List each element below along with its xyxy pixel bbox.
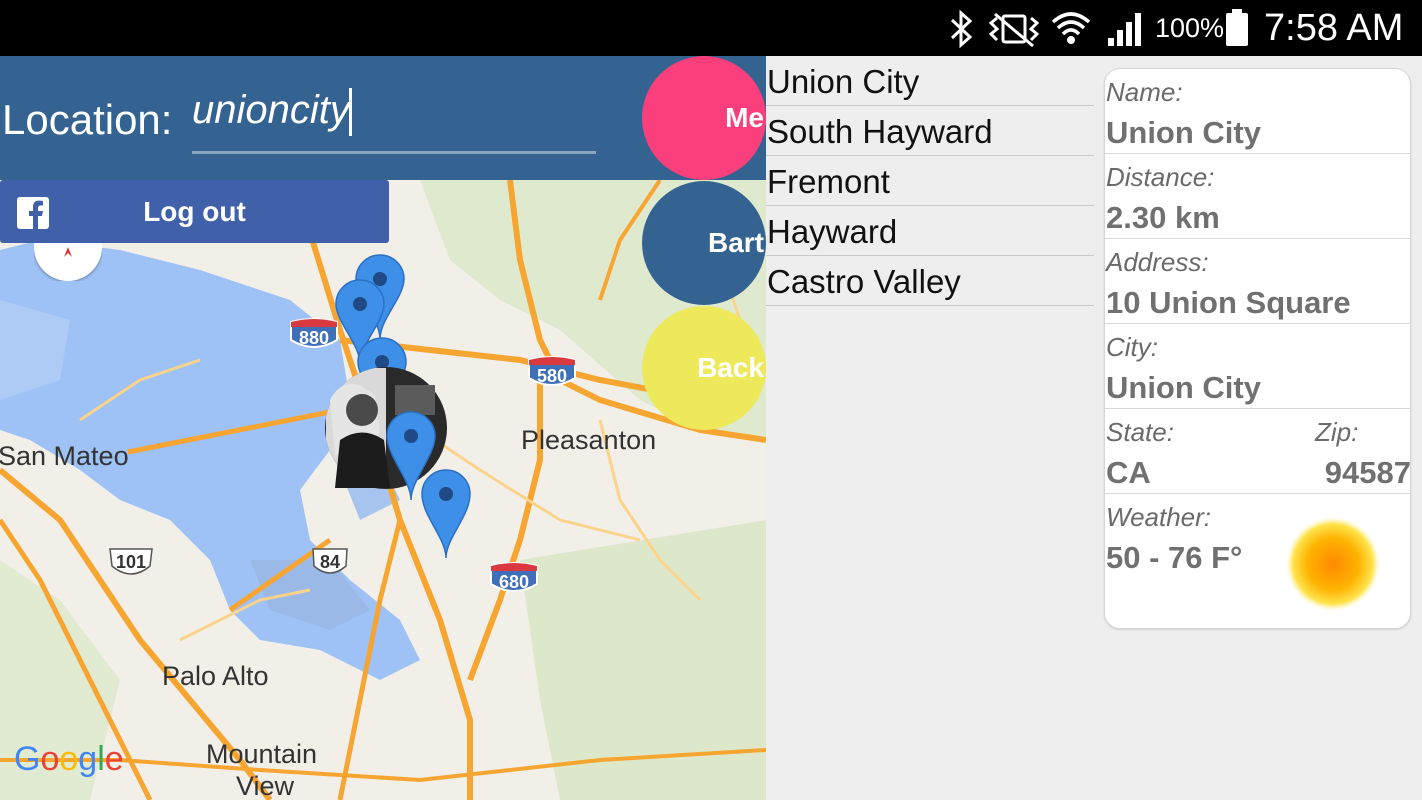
- highway-580-shield: 580: [527, 356, 577, 390]
- city-label: City:: [1106, 332, 1158, 362]
- app-screen: 100% 7:58 AM 880 580 680 101 84 San Mate…: [0, 0, 1422, 800]
- city-name: Fremont: [767, 163, 890, 200]
- sun-icon: [1286, 517, 1380, 611]
- highway-84-shield: 84: [305, 546, 355, 580]
- wifi-icon: [1051, 12, 1091, 44]
- name-field: Name: Union City: [1105, 69, 1410, 154]
- clock: 7:58 AM: [1264, 6, 1404, 49]
- city-list-item[interactable]: South Hayward: [766, 106, 1094, 156]
- place-label-pleasanton: Pleasanton: [521, 425, 657, 455]
- back-button[interactable]: Back: [642, 306, 766, 430]
- state-zip-field: State: CA Zip: 94587: [1105, 409, 1411, 494]
- text-cursor: [349, 88, 352, 136]
- station-detail-card: Name: Union City Distance: 2.30 km Addre…: [1104, 68, 1411, 629]
- city-value: Union City: [1106, 370, 1261, 405]
- name-label: Name:: [1106, 77, 1183, 107]
- me-button-label: Me: [725, 102, 764, 133]
- bart-button-label: Bart: [707, 227, 764, 258]
- battery-icon: [1226, 9, 1248, 46]
- highway-680-shield: 680: [489, 562, 539, 596]
- status-bar: 100% 7:58 AM: [0, 0, 1422, 56]
- place-label-palo-alto: Palo Alto: [162, 661, 269, 691]
- vibrate-icon: [988, 12, 1040, 48]
- google-logo: Google: [14, 740, 124, 779]
- logout-label: Log out: [143, 196, 246, 227]
- city-name: Castro Valley: [767, 263, 961, 300]
- highway-101-shield: 101: [106, 546, 156, 580]
- name-value: Union City: [1106, 115, 1261, 150]
- battery-percent: 100%: [1155, 12, 1225, 43]
- compass-button[interactable]: [34, 243, 102, 281]
- city-list-item[interactable]: Castro Valley: [766, 256, 1094, 306]
- weather-value: 50 - 76 F°: [1106, 540, 1243, 575]
- google-logo-text: Google: [14, 740, 124, 778]
- distance-label: Distance:: [1106, 162, 1215, 192]
- zip-value: 94587: [1324, 455, 1411, 490]
- bart-button[interactable]: Bart: [642, 181, 766, 305]
- distance-value: 2.30 km: [1106, 200, 1220, 235]
- city-name: South Hayward: [767, 113, 993, 150]
- highway-880-shield: 880: [289, 318, 339, 352]
- weather-label: Weather:: [1106, 502, 1212, 532]
- place-label-mountain-view: Mountain: [206, 739, 318, 769]
- distance-field: Distance: 2.30 km: [1105, 154, 1410, 239]
- back-button-label: Back: [697, 352, 764, 383]
- city-list: Union City South Hayward Fremont Hayward…: [766, 56, 1094, 306]
- address-field: Address: 10 Union Square: [1105, 239, 1410, 324]
- city-field: City: Union City: [1105, 324, 1410, 409]
- address-label: Address:: [1106, 247, 1209, 277]
- city-name: Hayward: [767, 213, 898, 250]
- facebook-logout-button[interactable]: Log out: [0, 180, 389, 243]
- city-name: Union City: [767, 63, 920, 100]
- zip-label: Zip:: [1315, 417, 1359, 447]
- place-label-mountain-view-line2: View: [236, 771, 295, 800]
- location-label: Location:: [2, 96, 173, 143]
- location-input-value: unioncity: [192, 88, 350, 132]
- state-value: CA: [1106, 455, 1151, 490]
- me-button[interactable]: Me: [642, 56, 766, 180]
- city-list-item[interactable]: Union City: [766, 56, 1094, 106]
- city-list-item[interactable]: Hayward: [766, 206, 1094, 256]
- bluetooth-icon: [950, 10, 973, 48]
- place-label-san-mateo: San Mateo: [0, 441, 129, 471]
- address-value: 10 Union Square: [1106, 285, 1351, 320]
- state-label: State:: [1106, 417, 1174, 447]
- compass-icon: [34, 243, 102, 281]
- signal-icon: [1108, 13, 1141, 46]
- location-input[interactable]: unioncity: [192, 82, 596, 154]
- city-list-item[interactable]: Fremont: [766, 156, 1094, 206]
